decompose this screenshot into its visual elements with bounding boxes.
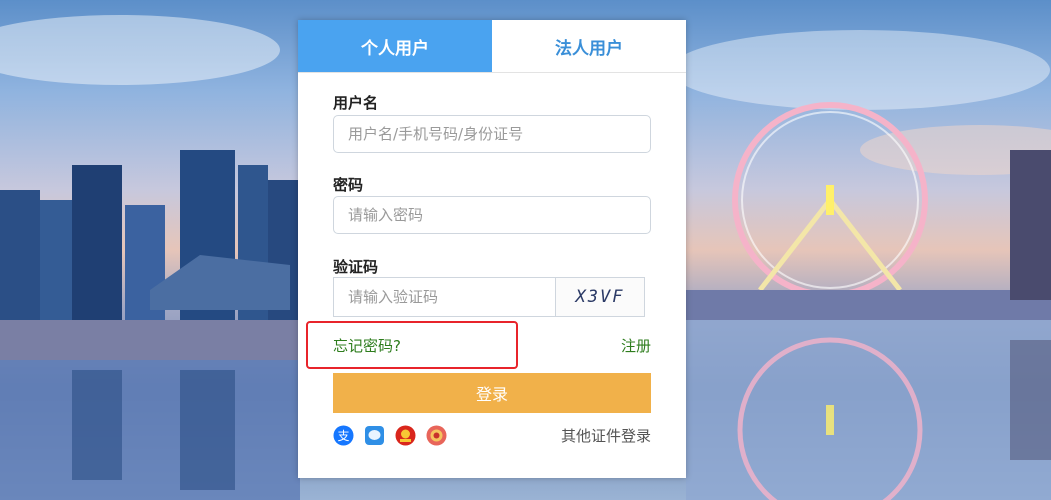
login-button[interactable]: 登录: [333, 373, 651, 413]
tab-personal-user[interactable]: 个人用户: [298, 20, 492, 72]
alt-login-icons: 支: [333, 425, 447, 446]
password-input[interactable]: [333, 196, 651, 234]
alipay-icon[interactable]: 支: [333, 425, 354, 446]
national-emblem-icon[interactable]: [395, 425, 416, 446]
username-input[interactable]: [333, 115, 651, 153]
other-credential-login-link[interactable]: 其他证件登录: [561, 425, 651, 446]
captcha-label: 验证码: [333, 258, 379, 276]
password-label: 密码: [333, 176, 364, 194]
login-panel: 个人用户 法人用户 用户名 密码 验证码 X3VF 忘记密码? 注册 登录 支: [298, 20, 686, 478]
captcha-image[interactable]: X3VF: [556, 278, 644, 316]
police-badge-icon[interactable]: [426, 425, 447, 446]
forgot-password-link[interactable]: 忘记密码?: [333, 335, 401, 356]
captcha-input[interactable]: [334, 278, 556, 316]
captcha-text: X3VF: [575, 287, 625, 307]
chat-icon[interactable]: [364, 425, 385, 446]
register-link[interactable]: 注册: [621, 335, 651, 356]
captcha-field: X3VF: [333, 277, 645, 317]
username-label: 用户名: [333, 94, 379, 112]
svg-text:支: 支: [337, 429, 349, 443]
tab-legal-user[interactable]: 法人用户: [492, 20, 686, 72]
user-type-tabs: 个人用户 法人用户: [298, 20, 686, 73]
